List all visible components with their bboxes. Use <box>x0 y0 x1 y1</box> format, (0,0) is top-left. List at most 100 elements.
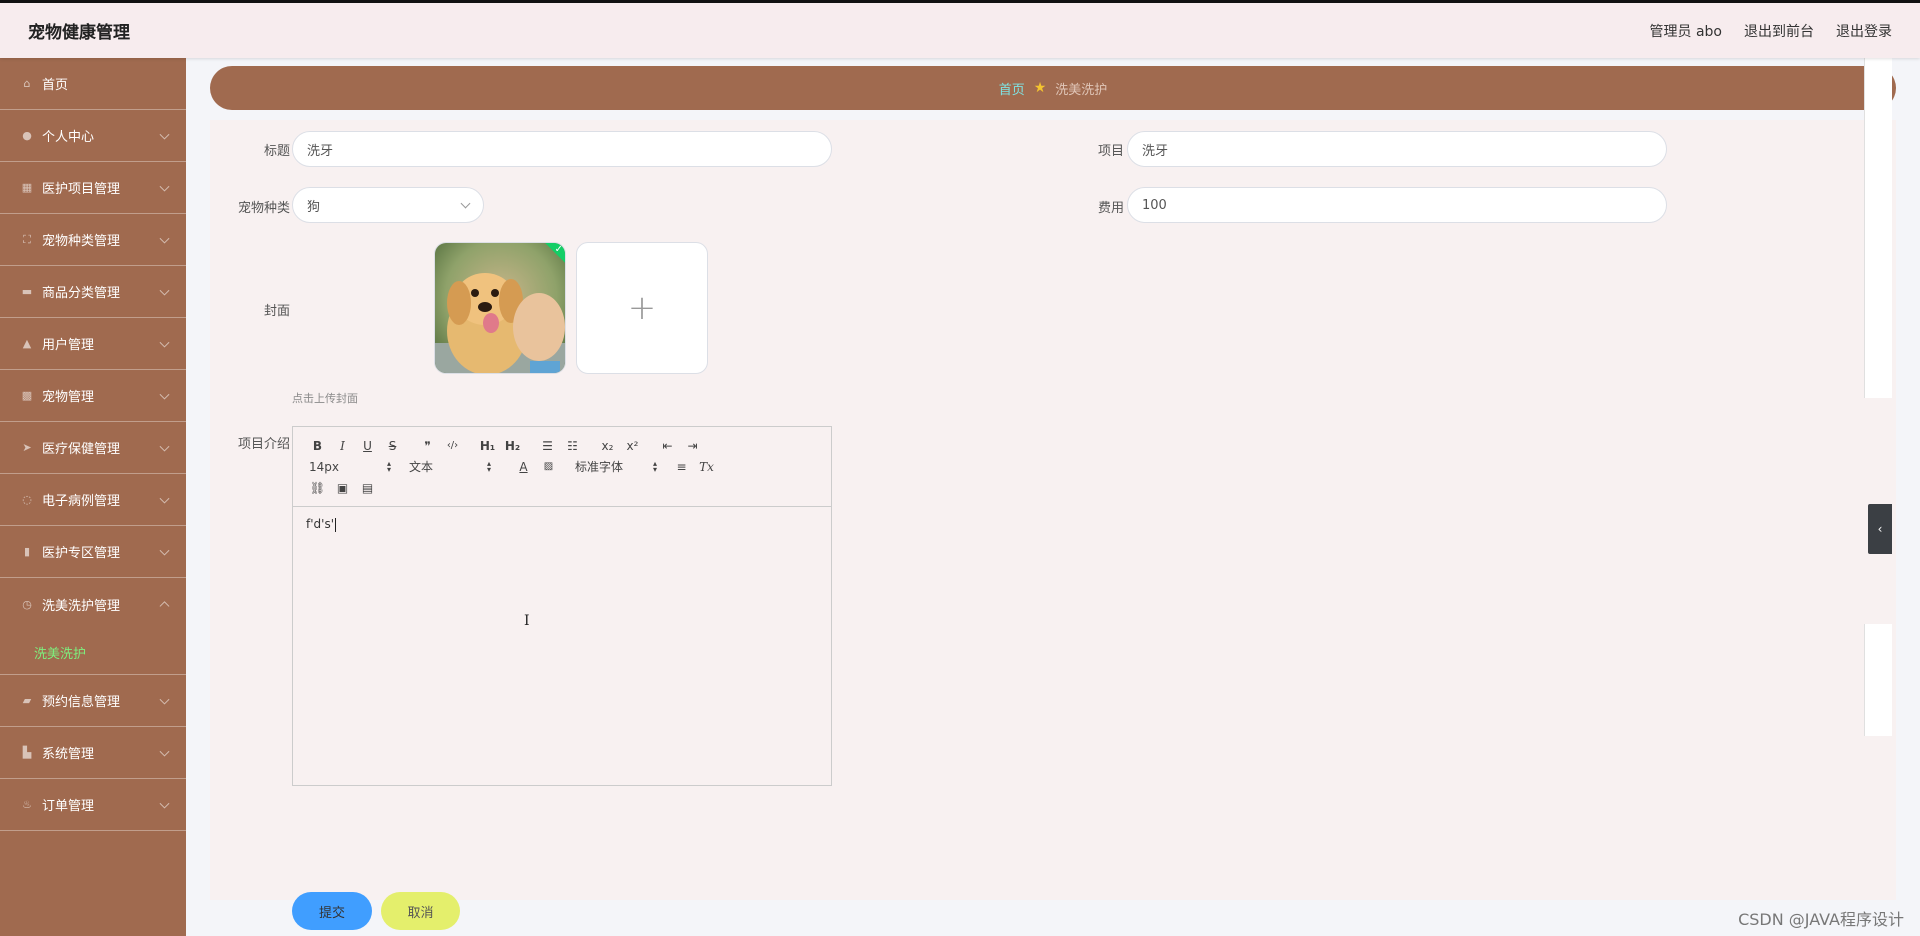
sidebar-item-pets[interactable]: ▩ 宠物管理 <box>0 370 186 422</box>
tiles-icon: ▩ <box>21 389 33 402</box>
underline-button[interactable]: U <box>355 435 380 456</box>
chevron-down-icon <box>159 493 170 504</box>
exit-to-front-link[interactable]: 退出到前台 <box>1744 21 1814 41</box>
sidebar-item-pet-species[interactable]: ⛶ 宠物种类管理 <box>0 214 186 266</box>
background-color-icon[interactable]: ▨ <box>536 456 561 477</box>
submit-button[interactable]: 提交 <box>292 892 372 930</box>
sidebar-item-product-category[interactable]: ▬ 商品分类管理 <box>0 266 186 318</box>
superscript-button[interactable]: x² <box>620 435 645 456</box>
code-button[interactable]: ‹/› <box>440 435 465 456</box>
sidebar-item-label: 宠物种类管理 <box>42 234 121 249</box>
image-icon[interactable]: ▣ <box>330 477 355 498</box>
clear-format-button[interactable]: Tx <box>694 456 719 477</box>
header-picker[interactable]: 文本 ▴ ▾ <box>405 456 495 477</box>
user-icon: ● <box>22 129 32 142</box>
chevron-down-icon <box>159 441 170 452</box>
outdent-icon[interactable]: ⇤ <box>655 435 680 456</box>
top-bar: 宠物健康管理 管理员 abo 退出到前台 退出登录 <box>0 0 1920 58</box>
sidebar-item-orders[interactable]: ♨ 订单管理 <box>0 779 186 831</box>
cover-label: 封面 <box>263 304 290 319</box>
font-size-picker[interactable]: 14px ▴ ▾ <box>305 456 395 477</box>
cover-hint: 点击上传封面 <box>292 392 358 405</box>
bullet-list-icon[interactable]: ☷ <box>560 435 585 456</box>
breadcrumb: 首页 ★ 洗美洗护 <box>210 66 1896 110</box>
users-icon: ▲ <box>22 337 32 350</box>
align-icon[interactable]: ≡ <box>669 456 694 477</box>
sidebar-item-care-projects[interactable]: ▦ 医护项目管理 <box>0 162 186 214</box>
blockquote-button[interactable]: ❞ <box>415 435 440 456</box>
tool-icon: ▙ <box>22 746 32 759</box>
subscript-button[interactable]: x₂ <box>595 435 620 456</box>
chevron-down-icon <box>159 181 170 192</box>
sidebar-item-label: 用户管理 <box>42 338 95 353</box>
chevron-down-icon <box>159 129 170 140</box>
editor-body[interactable]: f'd's' I <box>293 507 831 785</box>
project-label: 项目 <box>1097 144 1124 159</box>
sidebar-subitem-grooming[interactable]: 洗美洗护 <box>0 630 186 674</box>
cover-upload-button[interactable]: + <box>576 242 708 374</box>
chevron-down-icon <box>159 389 170 400</box>
strike-button[interactable]: S <box>380 435 405 456</box>
frame-icon: ⛶ <box>23 232 31 246</box>
cancel-button[interactable]: 取消 <box>381 892 460 930</box>
chevron-down-icon <box>159 337 170 348</box>
updown-icon: ▴ ▾ <box>386 458 391 474</box>
dog-photo-icon <box>435 243 565 373</box>
app-title: 宠物健康管理 <box>28 23 130 43</box>
title-input[interactable]: 洗牙 <box>292 131 832 167</box>
sidebar-item-medical-records[interactable]: ◌ 电子病例管理 <box>0 474 186 526</box>
font-size-value: 14px <box>309 459 339 474</box>
sidebar-item-label: 订单管理 <box>42 799 95 814</box>
sidebar-item-label: 个人中心 <box>42 130 95 145</box>
logout-link[interactable]: 退出登录 <box>1836 21 1892 41</box>
clock-icon: ◷ <box>22 597 32 611</box>
sidebar-item-appointments[interactable]: ▰ 预约信息管理 <box>0 675 186 727</box>
fee-label: 费用 <box>1097 201 1124 216</box>
sidebar-item-label: 医疗保健管理 <box>42 442 121 457</box>
intro-label: 项目介绍 <box>237 437 290 452</box>
sidebar-item-personal-center[interactable]: ● 个人中心 <box>0 110 186 162</box>
sidebar-item-home[interactable]: ⌂ 首页 <box>0 58 186 110</box>
form-panel: 标题 洗牙 项目 洗牙 宠物种类 狗 费用 100 封面 ✓ + 点击上传封面 … <box>210 120 1896 930</box>
star-icon: ★ <box>1033 80 1047 96</box>
h1-button[interactable]: H₁ <box>475 435 500 456</box>
link-icon[interactable]: ⛓ <box>305 477 330 498</box>
h2-button[interactable]: H₂ <box>500 435 525 456</box>
sidebar-item-users[interactable]: ▲ 用户管理 <box>0 318 186 370</box>
project-input[interactable]: 洗牙 <box>1127 131 1667 167</box>
italic-button[interactable]: I <box>330 435 355 456</box>
text-caret <box>335 517 336 532</box>
chevron-down-icon <box>159 285 170 296</box>
chevron-down-icon <box>159 746 170 757</box>
video-icon[interactable]: ▤ <box>355 477 380 498</box>
fee-input[interactable]: 100 <box>1127 187 1667 223</box>
font-family-picker[interactable]: 标准字体 ▴ ▾ <box>571 456 661 477</box>
species-select[interactable]: 狗 <box>292 187 484 223</box>
ordered-list-icon[interactable]: ☰ <box>535 435 560 456</box>
sidebar-item-label: 宠物管理 <box>42 390 95 405</box>
breadcrumb-home[interactable]: 首页 <box>999 79 1025 98</box>
sidebar-item-label: 电子病例管理 <box>42 494 121 509</box>
header-picker-value: 文本 <box>409 460 434 474</box>
sidebar-item-care-zone[interactable]: ▮ 医护专区管理 <box>0 526 186 578</box>
admin-user-label[interactable]: 管理员 abo <box>1650 21 1722 41</box>
mic-icon: ♨ <box>22 798 32 811</box>
sidebar-item-system[interactable]: ▙ 系统管理 <box>0 727 186 779</box>
indent-icon[interactable]: ⇥ <box>680 435 705 456</box>
main-content: 首页 ★ 洗美洗护 标题 洗牙 项目 洗牙 宠物种类 狗 费用 100 封面 ✓… <box>186 58 1896 936</box>
sidebar-group-grooming: ◷ 洗美洗护管理 洗美洗护 <box>0 578 186 675</box>
sidebar-item-label: 系统管理 <box>42 747 95 762</box>
font-color-icon[interactable]: A <box>511 456 536 477</box>
chevron-down-icon <box>159 545 170 556</box>
sidebar-item-label: 医护专区管理 <box>42 546 121 561</box>
bold-button[interactable]: B <box>305 435 330 456</box>
text-cursor-icon: I <box>524 613 530 629</box>
toolbar-row-2: 14px ▴ ▾ 文本 ▴ ▾ A ▨ 标准字体 ▴ ▾ ≡ Tx <box>305 456 819 477</box>
chevron-down-icon <box>159 233 170 244</box>
collapse-panel-tab[interactable]: ‹ <box>1868 504 1892 554</box>
cover-image[interactable]: ✓ <box>434 242 566 374</box>
sidebar-item-grooming[interactable]: ◷ 洗美洗护管理 <box>0 578 186 630</box>
editor-text: f'd's' <box>306 517 334 531</box>
side-panel-bottom <box>1864 624 1892 736</box>
sidebar-item-healthcare[interactable]: ➤ 医疗保健管理 <box>0 422 186 474</box>
